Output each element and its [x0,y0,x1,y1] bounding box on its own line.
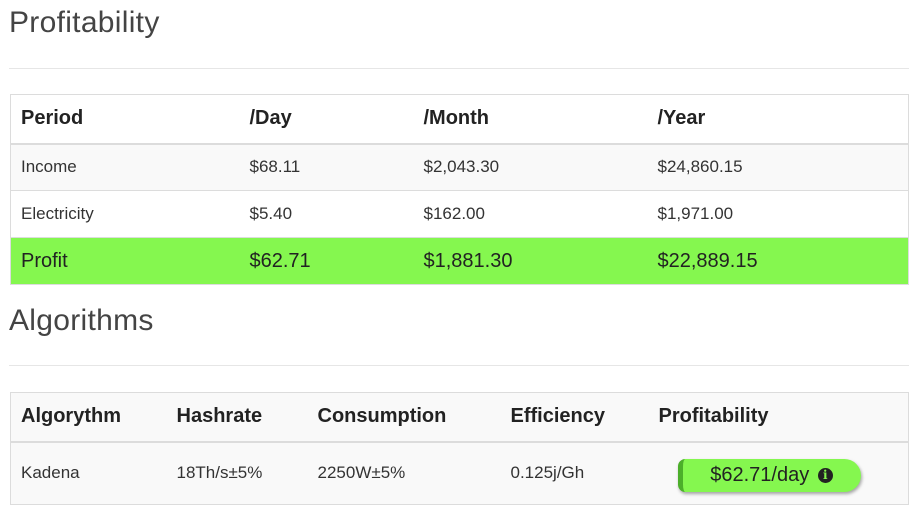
table-row-kadena: Kadena 18Th/s±5% 2250W±5% 0.125j/Gh $62.… [10,441,909,505]
algorithms-title: Algorithms [9,304,154,337]
algorithm-hashrate: 18Th/s±5% [176,463,263,483]
row-day-value: $68.11 [249,157,301,177]
profitability-divider [9,68,909,69]
row-month-value: $1,881.30 [423,249,513,272]
profitability-header-row: Period /Day /Month /Year [10,94,909,145]
profitability-table: Period /Day /Month /Year Income $68.11 $… [10,94,909,285]
header-period: Period [10,94,240,145]
profitability-badge-button[interactable]: $62.71/day i [677,458,861,492]
row-label: Electricity [21,204,94,223]
row-month-value: $2,043.30 [423,157,500,177]
table-row-income: Income $68.11 $2,043.30 $24,860.15 [10,143,909,191]
algorithms-divider [9,365,909,366]
header-consumption: Consumption [307,392,501,443]
row-label: Profit [21,249,68,272]
info-circle-icon[interactable]: i [817,467,833,483]
header-profitability: Profitability [648,392,909,443]
algorithm-profitability-cell: $62.71/day i [649,442,909,505]
row-year-value: $22,889.15 [657,249,758,272]
table-row-profit: Profit $62.71 $1,881.30 $22,889.15 [10,237,909,285]
row-label: Income [21,157,77,177]
header-year: /Year [647,94,909,145]
row-year-value: $24,860.15 [657,157,743,177]
header-algorithm: Algorythm [10,392,167,443]
header-day: /Day [239,94,414,145]
algorithms-header-row: Algorythm Hashrate Consumption Efficienc… [10,392,909,443]
profitability-title: Profitability [9,6,160,39]
algorithm-efficiency: 0.125j/Gh [510,463,585,483]
algorithm-consumption: 2250W±5% [317,463,406,483]
header-month: /Month [413,94,648,145]
algorithms-table: Algorythm Hashrate Consumption Efficienc… [10,392,909,505]
row-day-value: $62.71 [249,249,311,272]
header-efficiency: Efficiency [500,392,649,443]
table-row-electricity: Electricity $5.40 $162.00 $1,971.00 [10,190,909,238]
row-year-value: $1,971.00 [657,204,734,223]
header-hashrate: Hashrate [166,392,308,443]
row-month-value: $162.00 [423,204,485,223]
row-day-value: $5.40 [249,204,293,223]
algorithm-name: Kadena [21,463,80,483]
profitability-badge-label: $62.71/day [710,463,810,486]
